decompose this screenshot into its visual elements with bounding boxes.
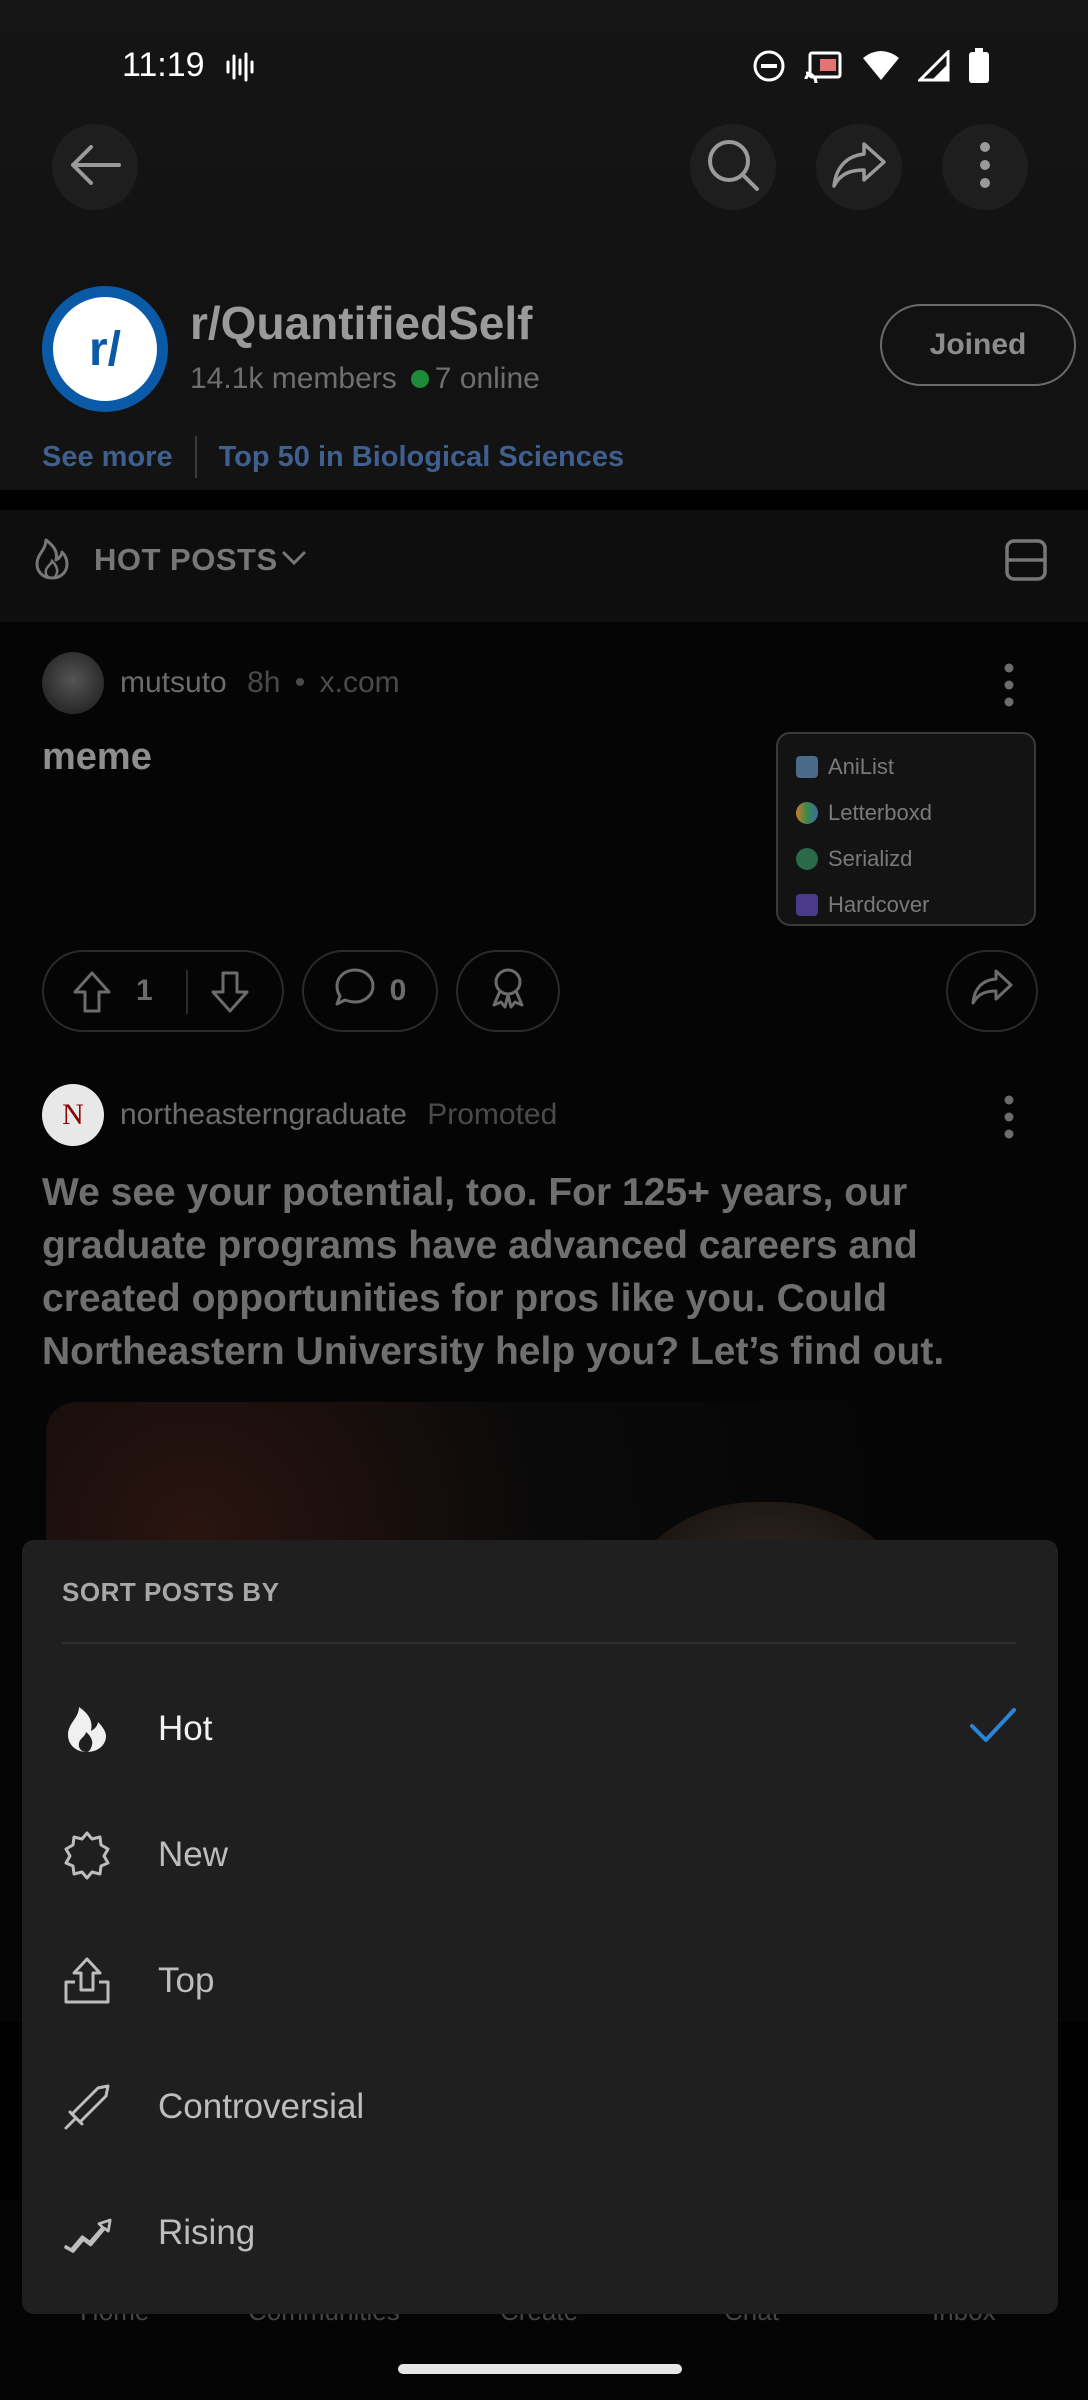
sort-option-label: Top bbox=[158, 1961, 215, 2000]
new-badge-icon bbox=[62, 1830, 112, 1880]
sort-option-hot[interactable]: Hot bbox=[22, 1666, 1058, 1792]
ad-meta: northeasterngraduate Promoted bbox=[120, 1098, 557, 1132]
sound-wave-icon bbox=[224, 50, 256, 89]
anilist-logo-icon bbox=[796, 756, 818, 778]
thumbnail-item-label: Letterboxd bbox=[828, 800, 932, 825]
link-divider bbox=[194, 436, 197, 478]
share-icon bbox=[970, 968, 1014, 1014]
more-vertical-icon bbox=[1002, 1095, 1016, 1144]
online-indicator bbox=[410, 370, 429, 388]
status-icons bbox=[752, 48, 990, 89]
letterboxd-logo-icon bbox=[796, 802, 818, 824]
joined-button[interactable]: Joined bbox=[880, 304, 1076, 386]
ranking-link[interactable]: Top 50 in Biological Sciences bbox=[219, 441, 625, 474]
hardcover-logo-icon bbox=[796, 894, 818, 916]
card-layout-icon bbox=[1004, 539, 1048, 586]
serializd-logo-icon bbox=[796, 848, 818, 870]
more-vertical-icon bbox=[1002, 663, 1016, 712]
ad-options-button[interactable] bbox=[1002, 1094, 1016, 1145]
share-icon bbox=[830, 140, 888, 195]
thumbnail-item-label: Serializd bbox=[828, 846, 913, 871]
top-upload-icon bbox=[62, 1956, 112, 2006]
upvote-arrow-icon bbox=[72, 971, 112, 1021]
community-stats: 14.1k members 7 online bbox=[190, 362, 540, 396]
post-age: 8h bbox=[247, 666, 281, 699]
view-layout-button[interactable] bbox=[1004, 538, 1048, 587]
battery-icon bbox=[968, 48, 990, 89]
post-meta: mutsuto 8h • x.com bbox=[120, 666, 400, 700]
chevron-down-icon bbox=[280, 548, 308, 573]
thumbnail-item-label: AniList bbox=[828, 754, 895, 779]
share-post-button[interactable] bbox=[946, 950, 1038, 1032]
thumbnail-item-label: Hardcover bbox=[828, 892, 930, 917]
post-domain[interactable]: x.com bbox=[320, 666, 400, 699]
thumbnail-item: AniList bbox=[796, 744, 1016, 790]
do-not-disturb-icon bbox=[752, 49, 786, 88]
sort-option-top[interactable]: Top bbox=[22, 1918, 1058, 2044]
search-button[interactable] bbox=[690, 124, 776, 210]
award-button[interactable] bbox=[456, 950, 560, 1032]
see-more-link[interactable]: See more bbox=[42, 441, 173, 474]
community-avatar-label: r/ bbox=[53, 297, 157, 401]
sort-option-rising[interactable]: Rising bbox=[22, 2170, 1058, 2296]
back-button[interactable] bbox=[52, 124, 138, 210]
upvote-button[interactable] bbox=[72, 970, 112, 1022]
member-count: 14.1k members bbox=[190, 362, 397, 395]
signal-icon bbox=[916, 48, 950, 87]
community-links: See more Top 50 in Biological Sciences bbox=[42, 436, 624, 478]
thumbnail-item: Hardcover bbox=[796, 882, 1016, 928]
back-arrow-icon bbox=[67, 141, 123, 194]
comment-count: 0 bbox=[389, 974, 407, 1007]
community-avatar: r/ bbox=[42, 286, 168, 412]
more-options-button[interactable] bbox=[942, 124, 1028, 210]
post-title[interactable]: meme bbox=[42, 736, 152, 779]
flame-outline-icon bbox=[34, 536, 70, 585]
comment-bubble-icon bbox=[334, 967, 376, 1015]
promoted-badge: Promoted bbox=[427, 1098, 558, 1131]
advertiser-avatar[interactable]: N bbox=[42, 1084, 104, 1146]
vote-count: 1 bbox=[136, 974, 153, 1007]
sheet-divider bbox=[62, 1642, 1016, 1644]
meta-separator: • bbox=[294, 666, 306, 699]
wifi-icon bbox=[862, 50, 900, 87]
comments-button[interactable]: 0 bbox=[302, 950, 438, 1032]
sort-option-label: New bbox=[158, 1835, 229, 1874]
more-vertical-icon bbox=[978, 140, 992, 195]
advertiser-name[interactable]: northeasterngraduate bbox=[120, 1098, 407, 1131]
community-name: r/QuantifiedSelf bbox=[190, 297, 533, 349]
thumbnail-item: Letterboxd bbox=[796, 790, 1016, 836]
sheet-title: SORT POSTS BY bbox=[62, 1577, 280, 1607]
sort-option-controversial[interactable]: Controversial bbox=[22, 2044, 1058, 2170]
award-icon bbox=[486, 965, 530, 1017]
downvote-arrow-icon bbox=[210, 971, 250, 1021]
online-count: 7 online bbox=[434, 362, 540, 395]
downvote-button[interactable] bbox=[210, 970, 250, 1022]
sort-option-new[interactable]: New bbox=[22, 1792, 1058, 1918]
sort-option-label: Controversial bbox=[158, 2087, 365, 2126]
post-options-button[interactable] bbox=[1002, 662, 1016, 713]
checkmark-icon bbox=[968, 1706, 1018, 1751]
search-icon bbox=[704, 136, 762, 199]
ad-headline[interactable]: We see your potential, too. For 125+ yea… bbox=[42, 1166, 1002, 1378]
sort-option-label: Rising bbox=[158, 2213, 256, 2252]
post-username[interactable]: mutsuto bbox=[120, 666, 227, 699]
vote-pill: 1 bbox=[42, 950, 284, 1032]
flame-icon bbox=[62, 1704, 112, 1754]
post-thumbnail[interactable]: AniList Letterboxd Serializd Hardcover bbox=[776, 732, 1036, 926]
home-indicator[interactable] bbox=[398, 2364, 682, 2374]
sort-option-label: Hot bbox=[158, 1709, 213, 1748]
trending-up-icon bbox=[62, 2208, 112, 2258]
sword-icon bbox=[62, 2082, 112, 2132]
share-community-button[interactable] bbox=[816, 124, 902, 210]
status-time: 11:19 bbox=[122, 46, 205, 84]
vote-divider bbox=[186, 970, 188, 1014]
sort-dropdown[interactable]: HOT POSTS bbox=[94, 542, 278, 578]
user-avatar[interactable] bbox=[42, 652, 104, 714]
cast-icon bbox=[804, 49, 844, 88]
thumbnail-item: Serializd bbox=[796, 836, 1016, 882]
